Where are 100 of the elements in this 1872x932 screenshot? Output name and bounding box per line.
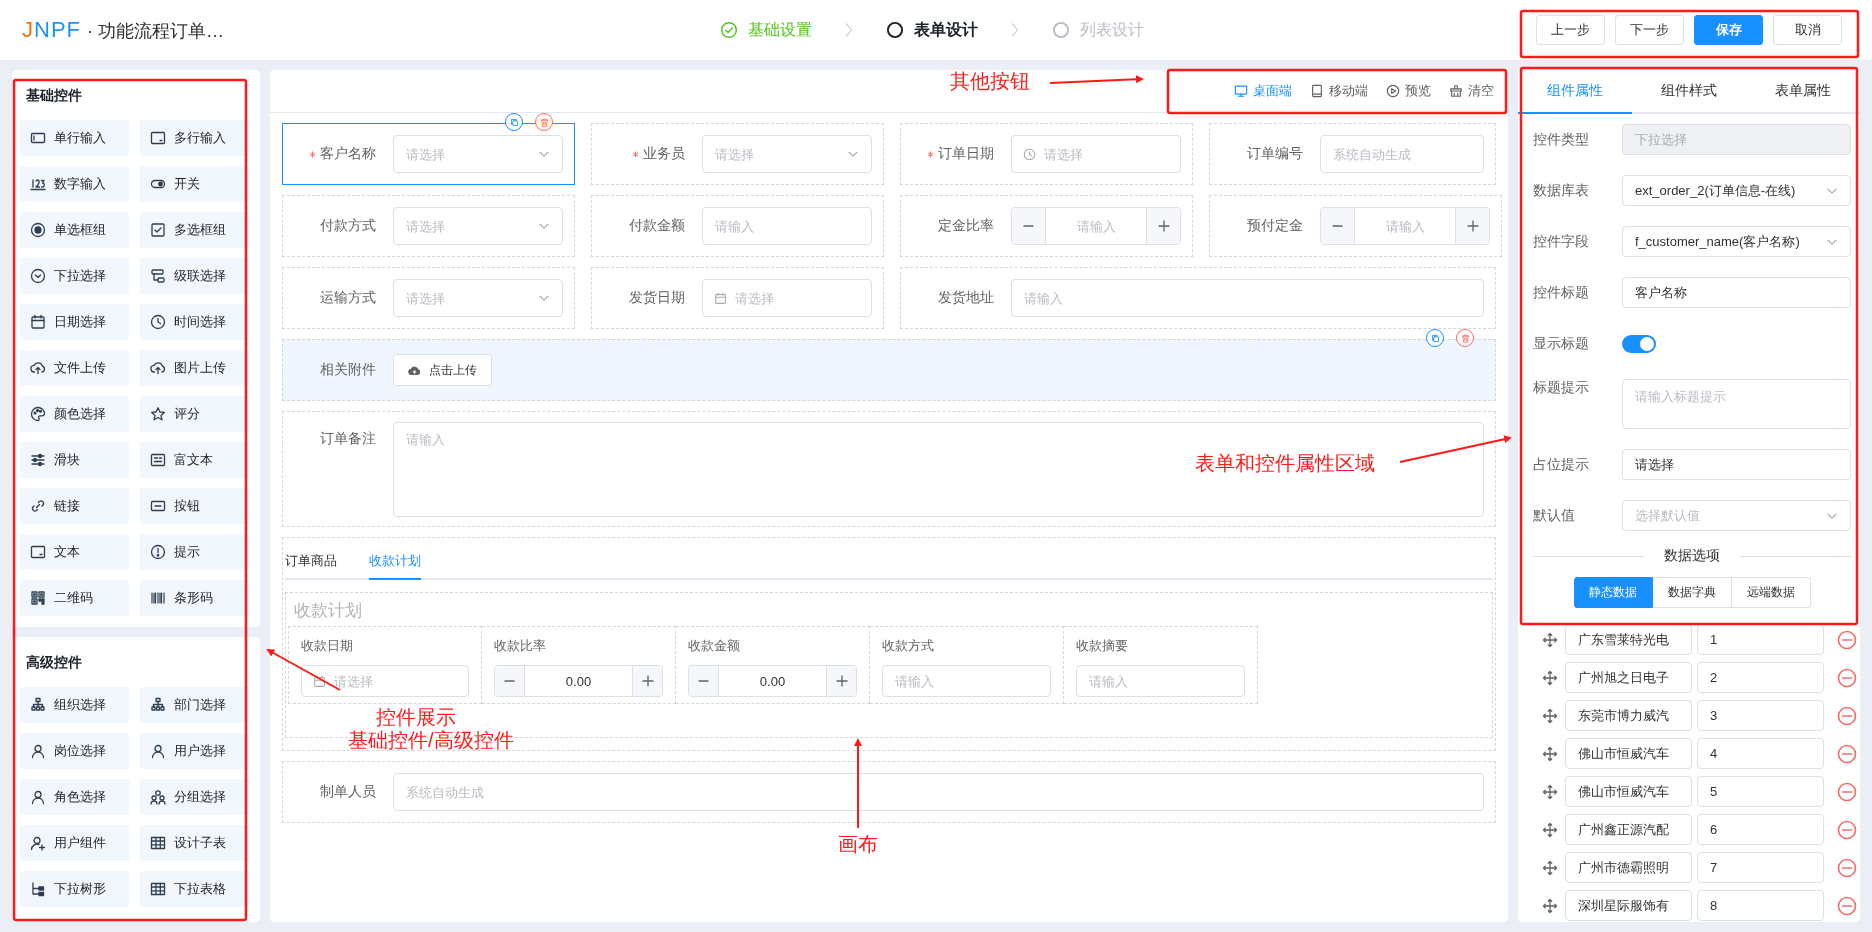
palette-item[interactable]: 时间选择 (140, 304, 249, 340)
input-field[interactable]: 8 (1697, 890, 1824, 921)
input-field[interactable]: 佛山市恒威汽车 (1565, 738, 1692, 769)
input-field[interactable]: 3 (1697, 700, 1824, 731)
upload-button[interactable]: 点击上传 (393, 354, 492, 386)
segment-button[interactable]: 远端数据 (1731, 577, 1811, 608)
toggle-switch[interactable] (1622, 334, 1656, 353)
input-field[interactable]: 2 (1697, 662, 1824, 693)
form-item[interactable]: 客户名称 请选择 (282, 123, 575, 185)
form-item[interactable]: 收款日期 请选择 (288, 626, 482, 704)
time-field[interactable]: 请选择 (1011, 135, 1181, 173)
step[interactable]: 表单设计 (886, 19, 978, 41)
form-item[interactable]: 制单人员 系统自动生成 (282, 761, 1496, 823)
copy-button[interactable] (505, 113, 523, 131)
delete-button[interactable] (1456, 329, 1474, 347)
remove-button[interactable] (1837, 819, 1857, 840)
input-field[interactable]: 广州市德霸照明 (1565, 852, 1692, 883)
form-item[interactable]: 相关附件 点击上传 (282, 339, 1496, 401)
palette-item[interactable]: 链接 (20, 488, 129, 524)
input-field[interactable]: 请选择 (1622, 449, 1851, 480)
form-item[interactable]: 收款方式 请输入 (870, 626, 1064, 704)
palette-item[interactable]: 岗位选择 (20, 733, 129, 769)
form-item[interactable]: 业务员 请选择 (591, 123, 884, 185)
number-stepper[interactable]: 请输入 (1320, 207, 1490, 245)
select-field[interactable]: 请选择 (702, 135, 872, 173)
palette-item[interactable]: 条形码 (140, 580, 249, 616)
drag-handle[interactable] (1540, 821, 1560, 838)
date-field[interactable]: 请选择 (301, 665, 469, 697)
remove-button[interactable] (1837, 857, 1857, 878)
input-field[interactable]: 广州鑫正源汽配 (1565, 814, 1692, 845)
input-field[interactable]: 请输入 (702, 207, 872, 245)
palette-item[interactable]: 图片上传 (140, 350, 249, 386)
input-field[interactable]: 东莞市博力威汽 (1565, 700, 1692, 731)
palette-item[interactable]: 二维码 (20, 580, 129, 616)
palette-item[interactable]: 单行输入 (20, 120, 129, 156)
number-stepper[interactable]: 0.00 (688, 665, 857, 697)
input-field[interactable]: 7 (1697, 852, 1824, 883)
palette-item[interactable]: 多选框组 (140, 212, 249, 248)
form-item[interactable]: 发货日期 请选择 (591, 267, 884, 329)
increment-button[interactable] (1146, 208, 1180, 244)
palette-item[interactable]: 数字输入 (20, 166, 129, 202)
header-button[interactable]: 下一步 (1615, 15, 1684, 45)
textarea-field[interactable]: 请输入标题提示 (1622, 379, 1851, 429)
palette-item[interactable]: 日期选择 (20, 304, 129, 340)
palette-item[interactable]: 颜色选择 (20, 396, 129, 432)
increment-button[interactable] (826, 666, 856, 696)
form-item[interactable]: 收款摘要 请输入 (1064, 626, 1258, 704)
form-item[interactable]: 订单编号 系统自动生成 (1209, 123, 1496, 185)
form-item[interactable]: 运输方式 请选择 (282, 267, 575, 329)
select-field[interactable]: 请选择 (393, 279, 563, 317)
palette-item[interactable]: 下拉树形 (20, 871, 129, 907)
drag-handle[interactable] (1540, 897, 1560, 914)
remove-button[interactable] (1837, 895, 1857, 916)
header-button[interactable]: 上一步 (1536, 15, 1605, 45)
decrement-button[interactable] (689, 666, 719, 696)
input-field[interactable]: 4 (1697, 738, 1824, 769)
delete-button[interactable] (535, 113, 553, 131)
palette-item[interactable]: 下拉选择 (20, 258, 129, 294)
palette-item[interactable]: 用户选择 (140, 733, 249, 769)
form-item[interactable]: 订单日期 请选择 (900, 123, 1193, 185)
palette-item[interactable]: 用户组件 (20, 825, 129, 861)
palette-item[interactable]: 单选框组 (20, 212, 129, 248)
drag-handle[interactable] (1540, 631, 1560, 648)
input-field[interactable]: 1 (1697, 624, 1824, 655)
select-field[interactable]: ext_order_2(订单信息-在线) (1622, 175, 1851, 206)
palette-item[interactable]: 角色选择 (20, 779, 129, 815)
remove-button[interactable] (1837, 667, 1857, 688)
select-field[interactable]: 选择默认值 (1622, 500, 1851, 531)
tab[interactable]: 组件样式 (1632, 70, 1746, 114)
number-stepper[interactable]: 请输入 (1011, 207, 1181, 245)
palette-item[interactable]: 提示 (140, 534, 249, 570)
input-field[interactable]: 请输入 (1076, 665, 1245, 697)
remove-button[interactable] (1837, 629, 1857, 650)
toolbar-button[interactable]: 清空 (1449, 82, 1494, 100)
remove-button[interactable] (1837, 743, 1857, 764)
date-field[interactable]: 请选择 (702, 279, 872, 317)
decrement-button[interactable] (495, 666, 525, 696)
palette-item[interactable]: 按钮 (140, 488, 249, 524)
palette-item[interactable]: 文件上传 (20, 350, 129, 386)
select-field[interactable]: 请选择 (393, 135, 563, 173)
input-field[interactable]: 6 (1697, 814, 1824, 845)
select-field[interactable]: f_customer_name(客户名称) (1622, 226, 1851, 257)
remove-button[interactable] (1837, 705, 1857, 726)
drag-handle[interactable] (1540, 859, 1560, 876)
input-field[interactable]: 客户名称 (1622, 277, 1851, 308)
input-field[interactable]: 5 (1697, 776, 1824, 807)
palette-item[interactable]: 组织选择 (20, 687, 129, 723)
drag-handle[interactable] (1540, 707, 1560, 724)
palette-item[interactable]: 设计子表 (140, 825, 249, 861)
copy-button[interactable] (1426, 329, 1444, 347)
form-item[interactable]: 付款金额 请输入 (591, 195, 884, 257)
palette-item[interactable]: 部门选择 (140, 687, 249, 723)
palette-item[interactable]: 富文本 (140, 442, 249, 478)
input-field[interactable]: 请输入 (1011, 279, 1484, 317)
form-item[interactable]: 定金比率 请输入 (900, 195, 1193, 257)
palette-item[interactable]: 开关 (140, 166, 249, 202)
palette-item[interactable]: 分组选择 (140, 779, 249, 815)
toolbar-button[interactable]: 预览 (1386, 82, 1431, 100)
palette-item[interactable]: 评分 (140, 396, 249, 432)
drag-handle[interactable] (1540, 669, 1560, 686)
